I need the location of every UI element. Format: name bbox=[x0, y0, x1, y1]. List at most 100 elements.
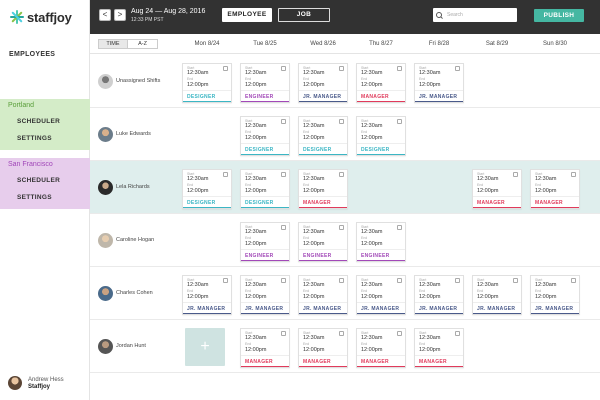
edit-icon[interactable] bbox=[455, 278, 460, 283]
shift-card[interactable]: Start 12:30am End 12:00pm ENGINEER bbox=[240, 222, 290, 262]
edit-icon[interactable] bbox=[339, 172, 344, 177]
edit-icon[interactable] bbox=[223, 66, 228, 71]
employee-cell[interactable]: Lela Richards bbox=[98, 161, 178, 214]
shift-card[interactable]: Start 12:30am End 12:00pm MANAGER bbox=[356, 328, 406, 368]
edit-icon[interactable] bbox=[339, 225, 344, 230]
user-profile[interactable]: Andrew Hess Staffjoy bbox=[8, 376, 64, 390]
shift-start-time: 12:30am bbox=[361, 123, 383, 129]
edit-icon[interactable] bbox=[397, 119, 402, 124]
employee-cell[interactable]: Charles Cohen bbox=[98, 267, 178, 320]
shift-end-label: End bbox=[245, 236, 252, 240]
shift-card[interactable]: Start 12:30am End 12:00pm ENGINEER bbox=[240, 63, 290, 103]
employee-cell[interactable]: Luke Edwards bbox=[98, 108, 178, 161]
publish-button[interactable]: PUBLISH bbox=[534, 9, 584, 22]
employee-cell[interactable]: Unassigned Shifts bbox=[98, 55, 178, 108]
shift-card[interactable]: Start 12:30am End 12:00pm JR. MANAGER bbox=[182, 275, 232, 315]
shift-card[interactable]: Start 12:30am End 12:00pm DESIGNER bbox=[182, 63, 232, 103]
sort-az-button[interactable]: A-Z bbox=[128, 39, 158, 49]
shift-card[interactable]: Start 12:30am End 12:00pm JR. MANAGER bbox=[414, 63, 464, 103]
shift-card[interactable]: Start 12:30am End 12:00pm MANAGER bbox=[298, 328, 348, 368]
edit-icon[interactable] bbox=[281, 278, 286, 283]
edit-icon[interactable] bbox=[397, 225, 402, 230]
edit-icon[interactable] bbox=[281, 66, 286, 71]
location-title[interactable]: San Francisco bbox=[0, 158, 90, 172]
next-week-button[interactable]: > bbox=[114, 9, 126, 21]
brand-name: staffjoy bbox=[27, 9, 72, 25]
sidebar-item-employees[interactable]: EMPLOYEES bbox=[9, 51, 55, 58]
shift-role: MANAGER bbox=[299, 355, 347, 367]
shift-role: JR. MANAGER bbox=[473, 302, 521, 314]
shift-card[interactable]: Start 12:30am End 12:00pm MANAGER bbox=[240, 328, 290, 368]
shift-card[interactable]: Start 12:30am End 12:00pm JR. MANAGER bbox=[298, 275, 348, 315]
shift-card[interactable]: Start 12:30am End 12:00pm MANAGER bbox=[356, 63, 406, 103]
shift-card[interactable]: Start 12:30am End 12:00pm JR. MANAGER bbox=[298, 63, 348, 103]
edit-icon[interactable] bbox=[281, 331, 286, 336]
employee-cell[interactable]: Jordan Hunt bbox=[98, 320, 178, 373]
edit-icon[interactable] bbox=[339, 119, 344, 124]
shift-start-time: 12:30am bbox=[303, 176, 325, 182]
add-shift-button[interactable]: + bbox=[185, 328, 225, 366]
view-employee-button[interactable]: EMPLOYEE bbox=[222, 8, 272, 22]
shift-card[interactable]: Start 12:30am End 12:00pm DESIGNER bbox=[356, 116, 406, 156]
shift-card[interactable]: Start 12:30am End 12:00pm DESIGNER bbox=[240, 169, 290, 209]
shift-end-label: End bbox=[303, 289, 310, 293]
day-header: Sat 8/29 bbox=[485, 41, 509, 47]
employee-row: Luke Edwards Start 12:30am End 12:00pm DESIGN… bbox=[90, 108, 600, 161]
edit-icon[interactable] bbox=[571, 172, 576, 177]
shift-end-label: End bbox=[419, 342, 426, 346]
sidebar-item-settings[interactable]: SETTINGS bbox=[0, 130, 90, 147]
edit-icon[interactable] bbox=[339, 66, 344, 71]
shift-role: JR. MANAGER bbox=[415, 302, 463, 314]
shift-card[interactable]: Start 12:30am End 12:00pm DESIGNER bbox=[298, 116, 348, 156]
edit-icon[interactable] bbox=[397, 331, 402, 336]
edit-icon[interactable] bbox=[397, 278, 402, 283]
sidebar-item-scheduler[interactable]: SCHEDULER bbox=[0, 172, 90, 189]
shift-card[interactable]: Start 12:30am End 12:00pm MANAGER bbox=[414, 328, 464, 368]
edit-icon[interactable] bbox=[397, 66, 402, 71]
shift-card[interactable]: Start 12:30am End 12:00pm JR. MANAGER bbox=[530, 275, 580, 315]
shift-card[interactable]: Start 12:30am End 12:00pm JR. MANAGER bbox=[414, 275, 464, 315]
view-job-button[interactable]: JOB bbox=[278, 8, 330, 22]
prev-week-button[interactable]: < bbox=[99, 9, 111, 21]
shift-card[interactable]: Start 12:30am End 12:00pm MANAGER bbox=[530, 169, 580, 209]
sort-time-button[interactable]: TIME bbox=[98, 39, 128, 49]
shift-card[interactable]: Start 12:30am End 12:00pm JR. MANAGER bbox=[472, 275, 522, 315]
shift-end-time: 12:00pm bbox=[419, 347, 441, 353]
edit-icon[interactable] bbox=[339, 278, 344, 283]
shift-card[interactable]: Start 12:30am End 12:00pm MANAGER bbox=[298, 169, 348, 209]
brand-logo[interactable]: staffjoy bbox=[0, 0, 89, 34]
shift-card[interactable]: Start 12:30am End 12:00pm ENGINEER bbox=[356, 222, 406, 262]
shift-start-time: 12:30am bbox=[419, 70, 441, 76]
employee-cell[interactable]: Caroline Hogan bbox=[98, 214, 178, 267]
edit-icon[interactable] bbox=[513, 278, 518, 283]
shift-role: JR. MANAGER bbox=[531, 302, 579, 314]
shift-card[interactable]: Start 12:30am End 12:00pm JR. MANAGER bbox=[240, 275, 290, 315]
search-input[interactable] bbox=[447, 12, 507, 18]
shift-card[interactable]: Start 12:30am End 12:00pm MANAGER bbox=[472, 169, 522, 209]
shift-card[interactable]: Start 12:30am End 12:00pm JR. MANAGER bbox=[356, 275, 406, 315]
edit-icon[interactable] bbox=[513, 172, 518, 177]
edit-icon[interactable] bbox=[281, 119, 286, 124]
sidebar-item-scheduler[interactable]: SCHEDULER bbox=[0, 113, 90, 130]
edit-icon[interactable] bbox=[223, 172, 228, 177]
sidebar-item-settings[interactable]: SETTINGS bbox=[0, 189, 90, 206]
shift-start-time: 12:30am bbox=[361, 229, 383, 235]
shift-card[interactable]: Start 12:30am End 12:00pm DESIGNER bbox=[182, 169, 232, 209]
edit-icon[interactable] bbox=[281, 225, 286, 230]
shift-start-time: 12:30am bbox=[361, 70, 383, 76]
shift-card[interactable]: Start 12:30am End 12:00pm DESIGNER bbox=[240, 116, 290, 156]
location-title[interactable]: Portland bbox=[0, 99, 90, 113]
edit-icon[interactable] bbox=[455, 331, 460, 336]
shift-end-time: 12:00pm bbox=[245, 82, 267, 88]
edit-icon[interactable] bbox=[339, 331, 344, 336]
search-box[interactable] bbox=[433, 8, 517, 22]
edit-icon[interactable] bbox=[455, 66, 460, 71]
edit-icon[interactable] bbox=[281, 172, 286, 177]
shift-end-time: 12:00pm bbox=[245, 188, 267, 194]
edit-icon[interactable] bbox=[223, 278, 228, 283]
shift-end-label: End bbox=[361, 130, 368, 134]
shift-card[interactable]: Start 12:30am End 12:00pm ENGINEER bbox=[298, 222, 348, 262]
edit-icon[interactable] bbox=[571, 278, 576, 283]
employee-row: Charles Cohen Start 12:30am End 12:00pm JR. M… bbox=[90, 267, 600, 320]
shift-end-label: End bbox=[419, 289, 426, 293]
